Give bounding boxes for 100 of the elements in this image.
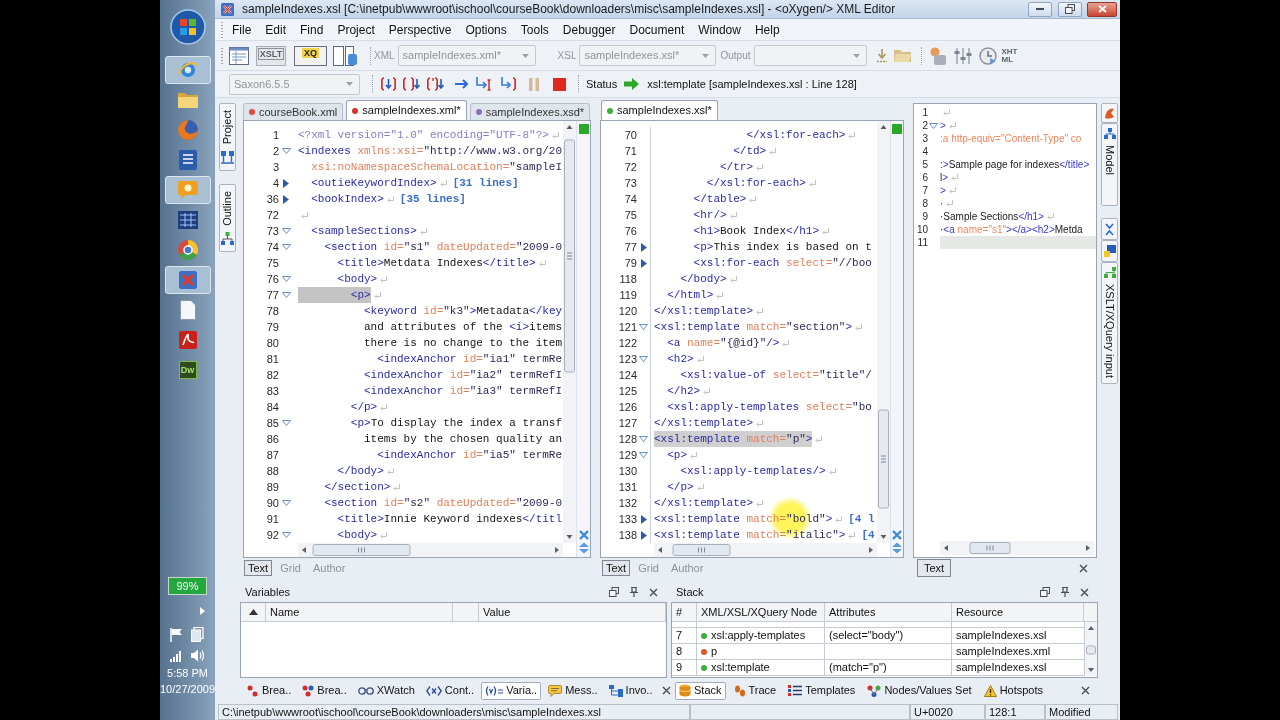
close-icon[interactable]	[662, 686, 672, 695]
circle-square-icon[interactable]	[928, 46, 947, 65]
fold-summary[interactable]: [4	[861, 526, 875, 544]
column-header[interactable]: XML/XSL/XQuery Node	[697, 603, 825, 621]
panel-tab[interactable]: Trace	[729, 681, 781, 700]
clock-date[interactable]: 10/27/2009	[159, 683, 216, 696]
menu-item[interactable]: Edit	[258, 19, 294, 40]
panel-tab[interactable]: Varia..	[481, 681, 542, 700]
taskbar-button[interactable]	[164, 56, 211, 84]
file-tab[interactable]: sampleIndexes.xml*	[346, 100, 467, 120]
close-icon[interactable]	[1079, 563, 1088, 573]
bracket-arrow-icon[interactable]	[380, 77, 397, 91]
fold-summary[interactable]: [4 l	[848, 510, 875, 528]
panel-tab[interactable]: Brea..	[298, 681, 351, 700]
xhtml-icon[interactable]: XHT ML	[1001, 45, 1024, 66]
side-tab[interactable]	[1101, 103, 1118, 123]
fold-open-icon[interactable]	[281, 244, 291, 250]
fold-open-icon[interactable]	[281, 276, 291, 282]
column-header[interactable]: Resource	[952, 603, 1084, 621]
column-header[interactable]: Value	[479, 603, 666, 621]
column-header[interactable]: Name	[266, 603, 453, 621]
side-tab[interactable]: Outline	[219, 184, 236, 252]
menu-item[interactable]: Options	[458, 19, 514, 40]
fold-open-icon[interactable]	[281, 228, 291, 234]
close-icon[interactable]	[1081, 686, 1090, 695]
panel-tab[interactable]: Stack	[675, 681, 726, 700]
horizontal-scrollbar[interactable]	[654, 543, 877, 557]
panel-tab[interactable]: Hotspots	[979, 681, 1048, 700]
xslt-icon[interactable]: XSLT	[256, 45, 286, 66]
file-tab[interactable]: courseBook.xml	[243, 103, 344, 120]
bracket-arrow-icon[interactable]	[427, 77, 445, 91]
menu-item[interactable]: Perspective	[381, 19, 459, 40]
fold-open-icon[interactable]	[281, 420, 291, 426]
panel-tab[interactable]: XWatch	[353, 681, 419, 700]
right-arrow-icon[interactable]	[455, 79, 469, 89]
file-tab[interactable]: sampleIndexes.xsl*	[601, 100, 718, 120]
hook-arrow-icon[interactable]	[475, 77, 492, 91]
menu-item[interactable]: Tools	[513, 19, 556, 40]
menu-item[interactable]: Project	[330, 19, 382, 40]
pin-icon[interactable]	[1061, 587, 1069, 597]
file-tab[interactable]: sampleIndexes.xsd*	[469, 103, 591, 120]
horizontal-scrollbar[interactable]	[940, 541, 1094, 555]
panel-tab[interactable]: Invo..	[604, 681, 657, 700]
side-tab[interactable]	[1101, 218, 1118, 240]
start-button[interactable]	[169, 9, 206, 45]
menu-item[interactable]: Find	[293, 19, 331, 40]
fold-open-icon[interactable]	[639, 356, 648, 362]
menu-item[interactable]: Window	[691, 19, 748, 40]
cross-icon[interactable]	[578, 530, 589, 540]
up-down-arrows-icon[interactable]	[892, 542, 902, 554]
horizontal-scrollbar[interactable]	[298, 543, 563, 557]
clock-play-icon[interactable]	[978, 46, 997, 65]
menu-item[interactable]: File	[225, 19, 259, 40]
column-header[interactable]: #	[672, 603, 697, 621]
fold-open-icon[interactable]	[281, 532, 291, 538]
fold-closed-icon[interactable]	[640, 530, 647, 540]
sort-up-icon[interactable]	[248, 609, 258, 615]
taskbar-button[interactable]	[164, 176, 211, 204]
side-tab[interactable]: Model	[1101, 123, 1118, 206]
restore-button[interactable]	[1058, 1, 1082, 17]
panel-tab[interactable]: Templates	[784, 681, 860, 700]
close-button[interactable]	[1087, 1, 1117, 17]
panel-tab[interactable]: Cont..	[421, 681, 479, 700]
sliders-icon[interactable]	[953, 46, 972, 65]
speaker-icon[interactable]	[191, 649, 205, 662]
hook-arrow-icon[interactable]	[500, 77, 517, 91]
panel-tab[interactable]: Brea..	[243, 681, 296, 700]
column-header[interactable]: Attributes	[825, 603, 952, 621]
side-tab[interactable]: XSLT/XQuery input	[1101, 262, 1118, 384]
fold-closed-icon[interactable]	[283, 178, 289, 188]
fold-open-icon[interactable]	[281, 292, 291, 298]
side-tab[interactable]: Project	[219, 103, 236, 171]
fold-open-icon[interactable]	[639, 436, 648, 442]
flag-icon[interactable]	[170, 627, 182, 642]
vertical-scrollbar[interactable]	[1085, 622, 1097, 676]
fold-summary[interactable]: [31 lines]	[452, 174, 519, 192]
fold-closed-icon[interactable]	[640, 242, 647, 252]
minimize-button[interactable]	[1028, 1, 1052, 17]
menu-item[interactable]: Document	[622, 19, 692, 40]
signal-icon[interactable]	[170, 649, 182, 662]
view-mode-tab[interactable]: Text	[244, 560, 273, 576]
fold-open-icon[interactable]	[639, 452, 648, 458]
stop-icon[interactable]	[553, 77, 566, 91]
panels-icon[interactable]	[333, 45, 358, 66]
close-icon[interactable]	[649, 587, 658, 597]
vertical-scrollbar[interactable]	[563, 121, 576, 543]
fold-closed-icon[interactable]	[283, 194, 289, 204]
side-tab[interactable]	[1101, 240, 1118, 262]
up-down-arrows-icon[interactable]	[578, 542, 589, 554]
close-icon[interactable]	[1080, 587, 1089, 597]
download-icon[interactable]	[876, 48, 887, 63]
fold-open-icon[interactable]	[929, 122, 938, 129]
fold-open-icon[interactable]	[281, 500, 291, 506]
bracket-arrow-icon[interactable]	[403, 77, 421, 91]
vertical-scrollbar[interactable]	[877, 121, 890, 543]
xquery-icon[interactable]: XQ	[294, 45, 327, 66]
taskbar-button[interactable]: Dw	[164, 356, 211, 384]
fold-open-icon[interactable]	[281, 148, 291, 154]
menu-item[interactable]: Help	[747, 19, 787, 40]
menu-item[interactable]: Debugger	[555, 19, 623, 40]
